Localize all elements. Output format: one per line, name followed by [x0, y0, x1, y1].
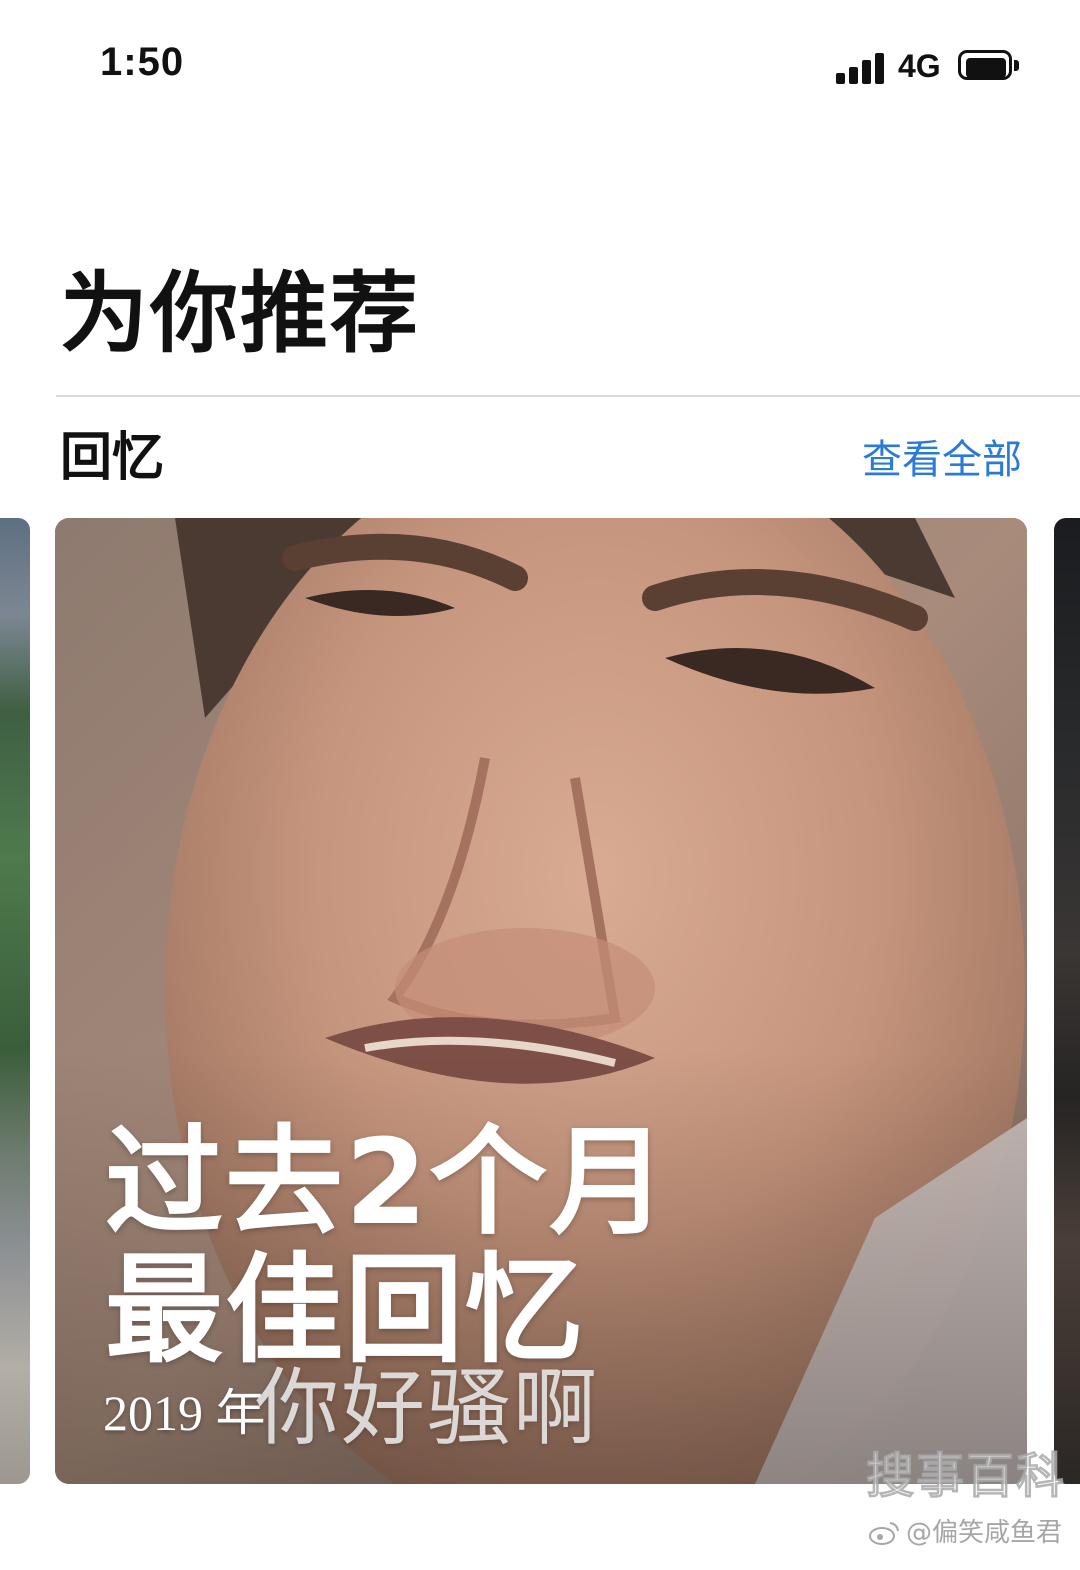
- see-all-link[interactable]: 查看全部: [862, 440, 1022, 480]
- header-divider: [56, 395, 1080, 397]
- page-title: 为你推荐: [60, 262, 421, 365]
- memory-title-line2: 最佳回忆: [105, 1241, 586, 1379]
- status-bar: 1:50 4G: [0, 0, 1080, 140]
- status-time: 1:50: [100, 40, 185, 84]
- watermark-handle: @偏笑咸鱼君: [868, 1520, 1062, 1546]
- memory-title: 过去2个月 最佳回忆: [105, 1118, 669, 1374]
- previous-memory-card-peek[interactable]: [0, 518, 30, 1484]
- video-caption: 你好骚啊: [255, 1359, 600, 1457]
- section-title-memories: 回忆: [60, 428, 165, 488]
- memory-year: 2019 年: [103, 1385, 266, 1441]
- network-type: 4G: [898, 48, 941, 84]
- watermark-logo: 搜事百科: [865, 1448, 1067, 1504]
- battery-icon: [958, 50, 1019, 82]
- signal-bars-icon: [836, 52, 886, 84]
- watermark-handle-text: @偏笑咸鱼君: [906, 1518, 1063, 1548]
- memory-card[interactable]: 过去2个月 最佳回忆 2019 年 你好骚啊: [55, 518, 1027, 1484]
- memory-title-line1: 过去2个月: [105, 1113, 670, 1251]
- weibo-icon: [869, 1522, 899, 1545]
- next-memory-card-peek[interactable]: [1054, 518, 1080, 1484]
